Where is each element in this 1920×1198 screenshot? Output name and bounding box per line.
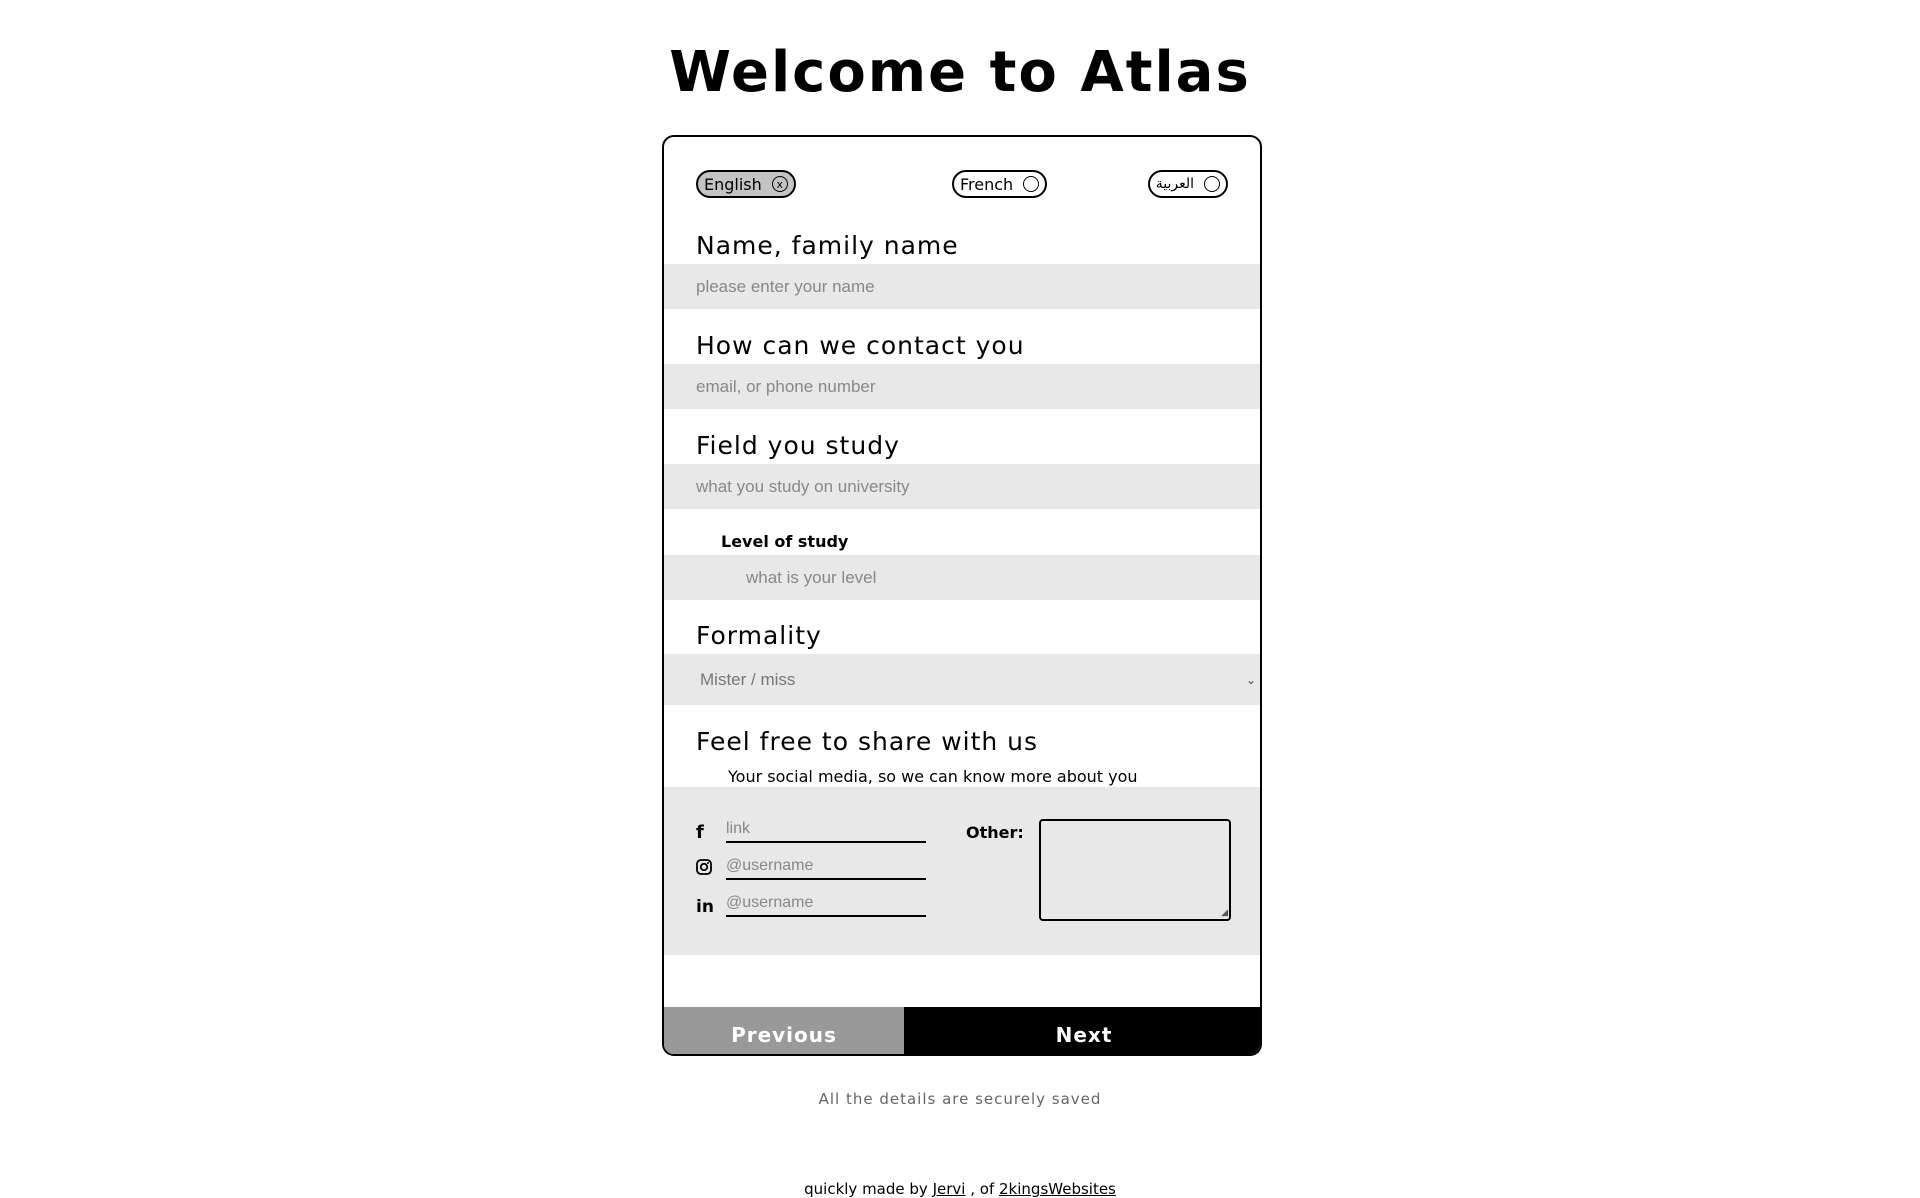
field-of-study-label: Field you study (696, 431, 900, 460)
linkedin-row: in (696, 891, 926, 917)
contact-input[interactable] (664, 364, 1260, 409)
page-title: Welcome to Atlas (669, 40, 1251, 105)
social-media-section: f in Other: ◢ (664, 787, 1260, 955)
linkedin-icon: in (696, 897, 714, 917)
linkedin-input[interactable] (726, 891, 926, 917)
chevron-down-icon: ⌄ (1245, 672, 1256, 687)
other-label: Other: (966, 823, 1024, 842)
language-label: English (704, 174, 762, 194)
share-caption: Your social media, so we can know more a… (728, 767, 1138, 786)
previous-button[interactable]: Previous (664, 1007, 904, 1054)
language-selector: English x French العربية (696, 170, 1228, 200)
level-of-study-input[interactable] (664, 555, 1260, 600)
language-label: French (960, 174, 1014, 194)
formality-selected-value: Mister / miss (700, 669, 796, 689)
formality-label: Formality (696, 621, 822, 650)
facebook-row: f (696, 817, 926, 843)
instagram-icon (696, 859, 722, 880)
company-link[interactable]: 2kingsWebsites (999, 1180, 1116, 1198)
level-of-study-label: Level of study (721, 532, 849, 551)
name-input[interactable] (664, 264, 1260, 309)
name-label: Name, family name (696, 231, 959, 260)
secure-note: All the details are securely saved (818, 1090, 1102, 1108)
facebook-input[interactable] (726, 817, 926, 843)
next-button[interactable]: Next (904, 1007, 1260, 1054)
footer-middle: , of (970, 1180, 995, 1198)
share-label: Feel free to share with us (696, 727, 1039, 756)
facebook-icon: f (696, 822, 704, 843)
radio-unchecked-icon (1204, 176, 1220, 192)
author-link[interactable]: Jervi (933, 1180, 966, 1198)
language-option-arabic[interactable]: العربية (1147, 170, 1228, 198)
language-label: العربية (1155, 176, 1194, 192)
radio-checked-icon: x (771, 176, 788, 192)
formality-select[interactable]: Mister / miss ⌄ (664, 654, 1260, 705)
radio-unchecked-icon (1023, 176, 1040, 192)
instagram-row (696, 854, 926, 880)
language-option-english[interactable]: English x (696, 170, 796, 198)
language-option-french[interactable]: French (952, 170, 1048, 198)
footer-prefix: quickly made by (804, 1180, 928, 1198)
footer: quickly made by Jervi , of 2kingsWebsite… (0, 1180, 1920, 1198)
other-textarea[interactable]: ◢ (1039, 819, 1231, 921)
instagram-input[interactable] (726, 854, 926, 880)
resize-handle-icon[interactable]: ◢ (1221, 908, 1228, 918)
form-card: English x French العربية Name, family na… (662, 135, 1262, 1056)
contact-label: How can we contact you (696, 331, 1025, 360)
field-of-study-input[interactable] (664, 464, 1260, 509)
